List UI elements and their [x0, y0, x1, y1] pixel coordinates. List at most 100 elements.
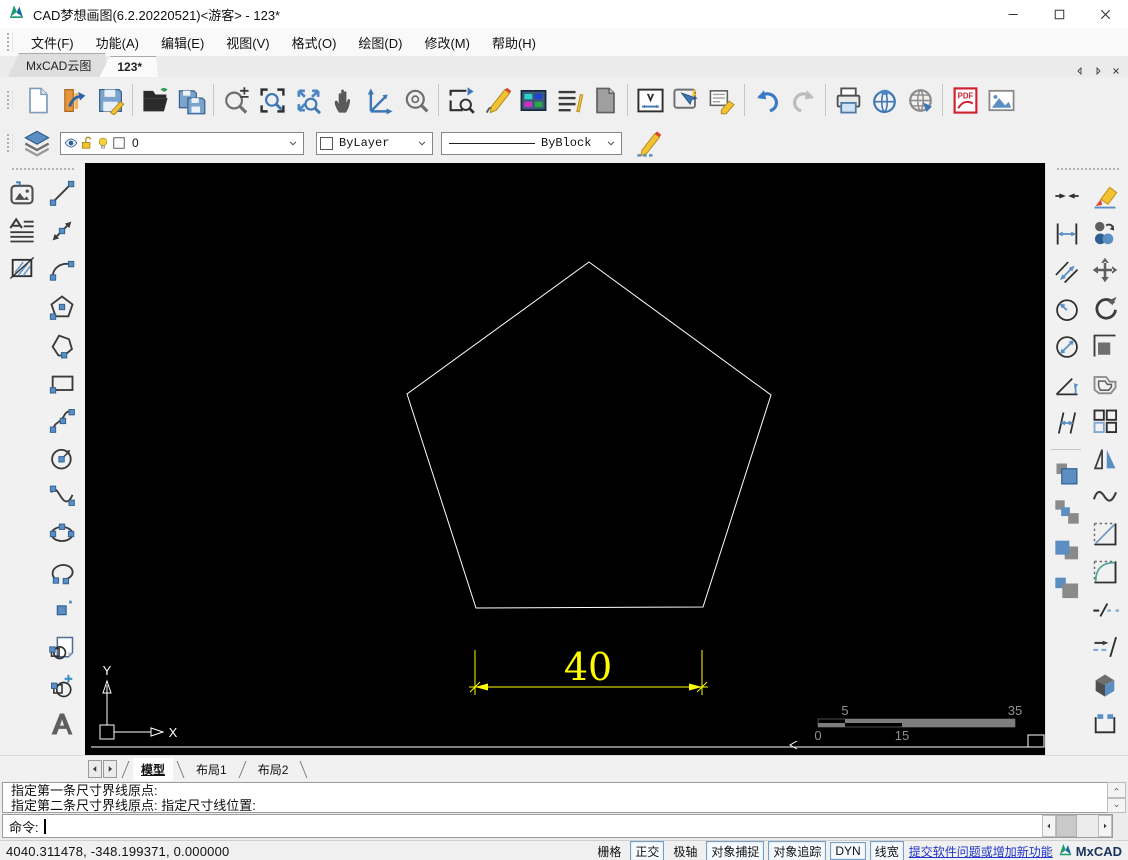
- modify-toolbar-gripper[interactable]: [1056, 168, 1119, 172]
- status-toggle-grid[interactable]: 栅格: [592, 841, 626, 860]
- zoom-dynamic-button[interactable]: [218, 82, 254, 118]
- move-button[interactable]: [1089, 254, 1121, 286]
- dim-style-button[interactable]: [632, 82, 668, 118]
- ellipse-arc-button[interactable]: [46, 556, 78, 588]
- save-all-button[interactable]: [173, 82, 209, 118]
- scroll-left-button[interactable]: [1042, 815, 1056, 837]
- circle-button[interactable]: [46, 442, 78, 474]
- mirror-button[interactable]: [1089, 443, 1121, 475]
- command-input[interactable]: 命令:: [2, 814, 1113, 838]
- layout-tab-model[interactable]: 模型: [133, 757, 174, 781]
- dim-diameter-button[interactable]: [1051, 331, 1083, 363]
- point-button[interactable]: [46, 594, 78, 626]
- block-insert-button[interactable]: [46, 632, 78, 664]
- color-select[interactable]: ByLayer: [316, 131, 433, 155]
- format-toolbar-gripper[interactable]: [7, 134, 13, 152]
- menu-item-view[interactable]: 视图(V): [215, 28, 280, 57]
- properties-edit-button[interactable]: [632, 126, 666, 160]
- new-file-button[interactable]: [20, 82, 56, 118]
- scale-button[interactable]: [1089, 330, 1121, 362]
- dim-angular-button[interactable]: [1051, 369, 1083, 401]
- web-publish-button[interactable]: [866, 82, 902, 118]
- draworder-front-button[interactable]: [1051, 458, 1083, 490]
- page-setup-button[interactable]: [587, 82, 623, 118]
- raster-image-button[interactable]: [6, 178, 38, 210]
- dim-linear-button[interactable]: [1051, 218, 1083, 250]
- chevron-down-icon[interactable]: [415, 136, 429, 150]
- rotate-button[interactable]: [1089, 292, 1121, 324]
- open-cloud-button[interactable]: [56, 82, 92, 118]
- layout-prev-button[interactable]: [88, 760, 102, 778]
- status-toggle-polar[interactable]: 极轴: [668, 841, 702, 860]
- print-button[interactable]: [830, 82, 866, 118]
- match-properties-button[interactable]: [704, 82, 740, 118]
- scroll-up-button[interactable]: [1107, 782, 1126, 798]
- minimize-button[interactable]: [990, 0, 1036, 28]
- export-pdf-button[interactable]: PDF: [947, 82, 983, 118]
- insert-image-button[interactable]: [983, 82, 1019, 118]
- doc-tab-drawing-123[interactable]: 123*: [99, 56, 158, 77]
- menu-item-edit[interactable]: 编辑(E): [150, 28, 215, 57]
- dim-align-button[interactable]: [1051, 180, 1083, 212]
- polygon-button[interactable]: [46, 291, 78, 323]
- offset-button[interactable]: [1089, 368, 1121, 400]
- status-toggle-lineweight[interactable]: 线宽: [869, 840, 904, 860]
- menu-gripper[interactable]: [7, 33, 13, 51]
- dim-aligned-button[interactable]: [1051, 256, 1083, 288]
- draw-toolbar-gripper[interactable]: [11, 168, 74, 172]
- toolbar-gripper[interactable]: [7, 91, 13, 109]
- ucs-axis-button[interactable]: [362, 82, 398, 118]
- spline-edit-button[interactable]: [1089, 481, 1121, 513]
- linetype-list-button[interactable]: [551, 82, 587, 118]
- close-button[interactable]: [1082, 0, 1128, 28]
- menu-item-draw[interactable]: 绘图(D): [347, 28, 413, 57]
- draworder-below-button[interactable]: [1051, 571, 1083, 603]
- hatch-button[interactable]: [6, 252, 38, 284]
- status-toggle-dyn[interactable]: DYN: [830, 842, 866, 860]
- scrollbar-track[interactable]: [1077, 815, 1098, 837]
- ellipse-button[interactable]: [46, 518, 78, 550]
- scroll-right-button[interactable]: [1098, 815, 1112, 837]
- extend-button[interactable]: [1089, 631, 1121, 663]
- tabs-prev-button[interactable]: [1072, 65, 1088, 77]
- scrollbar-thumb[interactable]: [1056, 815, 1077, 837]
- polyline-button[interactable]: [46, 329, 78, 361]
- command-history[interactable]: 指定第一条尺寸界线原点: 指定第二条尺寸界线原点: 指定尺寸线位置:: [2, 782, 1115, 813]
- rectangle-button[interactable]: [46, 367, 78, 399]
- break-button[interactable]: [1089, 594, 1121, 626]
- erase-button[interactable]: [1089, 179, 1121, 211]
- dim-radius-button[interactable]: [1051, 293, 1083, 325]
- web-browse-button[interactable]: [902, 82, 938, 118]
- chevron-down-icon[interactable]: [604, 136, 618, 150]
- status-toggle-otrack[interactable]: 对象追踪: [768, 840, 827, 860]
- redo-button[interactable]: [785, 82, 821, 118]
- zoom-previous-button[interactable]: [443, 82, 479, 118]
- chevron-down-icon[interactable]: [286, 136, 300, 150]
- fillet-button[interactable]: [1089, 556, 1121, 588]
- chamfer-button[interactable]: [1089, 518, 1121, 550]
- open-folder-button[interactable]: [137, 82, 173, 118]
- copy-button[interactable]: [1089, 217, 1121, 249]
- menu-item-help[interactable]: 帮助(H): [481, 28, 547, 57]
- block-create-button[interactable]: [46, 670, 78, 702]
- zoom-window-button[interactable]: [254, 82, 290, 118]
- text-style-button[interactable]: [6, 215, 38, 247]
- linetype-select[interactable]: ByBlock: [441, 131, 622, 155]
- scroll-down-button[interactable]: [1107, 797, 1126, 813]
- layer-select[interactable]: 0: [60, 131, 304, 155]
- spline-button[interactable]: [46, 480, 78, 512]
- clip-button[interactable]: [1089, 707, 1121, 739]
- menu-item-format[interactable]: 格式(O): [281, 28, 348, 57]
- draworder-back-button[interactable]: [1051, 496, 1083, 528]
- undo-button[interactable]: [749, 82, 785, 118]
- title-bar[interactable]: CAD梦想画图(6.2.20220521)<游客> - 123*: [0, 0, 1128, 29]
- model-space[interactable]: 40 0 5 15 35 Y X: [85, 163, 1045, 755]
- line-button[interactable]: [46, 177, 78, 209]
- text-button[interactable]: [46, 708, 78, 740]
- draworder-above-button[interactable]: [1051, 534, 1083, 566]
- zoom-extents-button[interactable]: [290, 82, 326, 118]
- zoom-center-button[interactable]: [398, 82, 434, 118]
- status-toggle-osnap[interactable]: 对象捕捉: [706, 840, 765, 860]
- ray-button[interactable]: [46, 215, 78, 247]
- drawing-canvas[interactable]: 40 0 5 15 35 Y X: [85, 163, 1045, 755]
